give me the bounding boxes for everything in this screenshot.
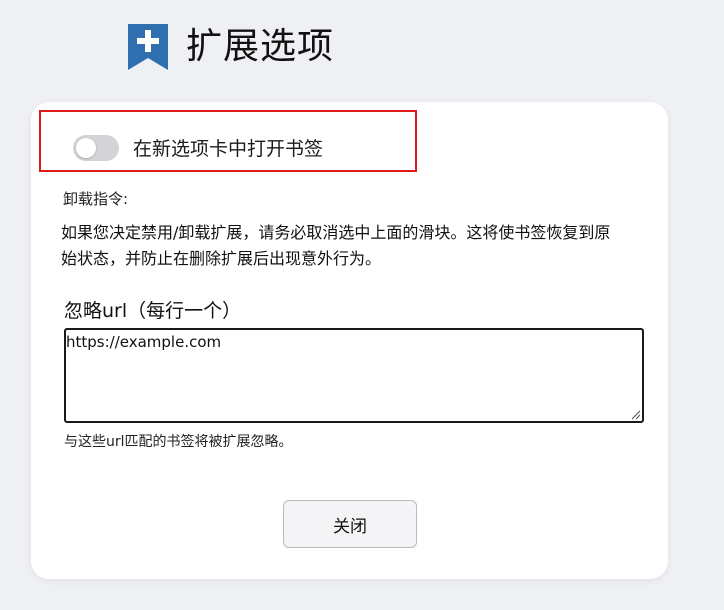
options-page: 扩展选项 在新选项卡中打开书签 卸载指令: 如果您决定禁用/卸载扩展，请务必取消… [0, 0, 724, 610]
open-in-new-tab-option: 在新选项卡中打开书签 [73, 134, 323, 161]
uninstall-title: 卸载指令: [63, 190, 129, 208]
resize-grip-icon[interactable] [631, 410, 641, 420]
page-header: 扩展选项 [126, 22, 334, 72]
ignore-urls-textarea[interactable] [64, 328, 644, 423]
uninstall-text: 如果您决定禁用/卸载扩展，请务必取消选中上面的滑块。这将使书签恢复到原始状态，并… [61, 223, 611, 268]
options-card: 在新选项卡中打开书签 卸载指令: 如果您决定禁用/卸载扩展，请务必取消选中上面的… [31, 102, 668, 579]
ignore-urls-hint: 与这些url匹配的书签将被扩展忽略。 [64, 434, 293, 450]
open-in-new-tab-toggle[interactable] [73, 134, 119, 161]
close-button[interactable]: 关闭 [283, 500, 417, 548]
ignore-urls-title: 忽略url（每行一个） [64, 300, 242, 322]
bookmark-plus-icon [128, 24, 168, 70]
page-title: 扩展选项 [186, 26, 335, 67]
ignore-urls-wrapper [64, 328, 644, 423]
open-in-new-tab-label: 在新选项卡中打开书签 [133, 138, 324, 160]
toggle-knob [76, 137, 96, 158]
